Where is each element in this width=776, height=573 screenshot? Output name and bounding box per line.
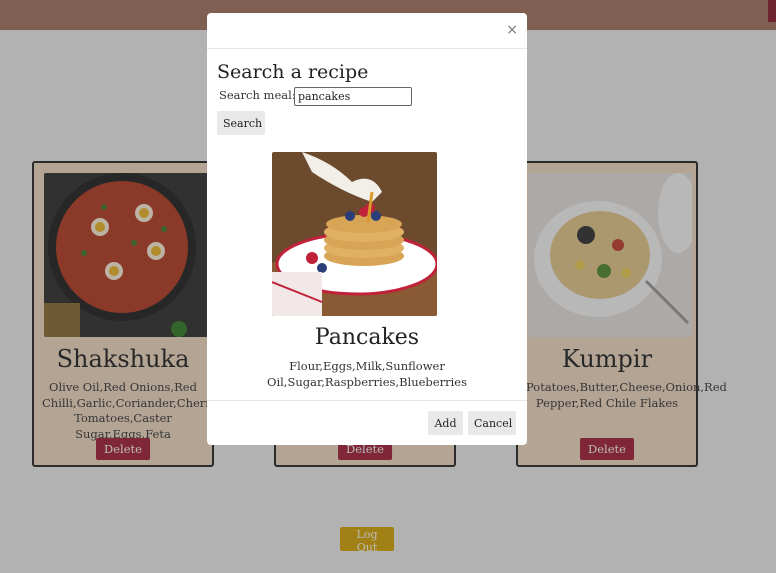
search-meal-label: Search meal: — [219, 88, 296, 102]
result-ingredients: Flour,Eggs,Milk,Sunflower Oil,Sugar,Rasp… — [267, 359, 467, 389]
modal-header — [207, 13, 527, 49]
result-title: Pancakes — [314, 325, 420, 350]
search-button[interactable]: Search — [217, 111, 265, 135]
cancel-button[interactable]: Cancel — [468, 411, 516, 435]
modal-title: Search a recipe — [217, 61, 369, 83]
result-image — [272, 152, 437, 316]
search-input[interactable] — [294, 87, 412, 106]
close-icon[interactable]: × — [506, 22, 518, 38]
search-recipe-modal: × Search a recipe Search meal: Search Pa… — [207, 13, 527, 445]
add-button[interactable]: Add — [428, 411, 463, 435]
